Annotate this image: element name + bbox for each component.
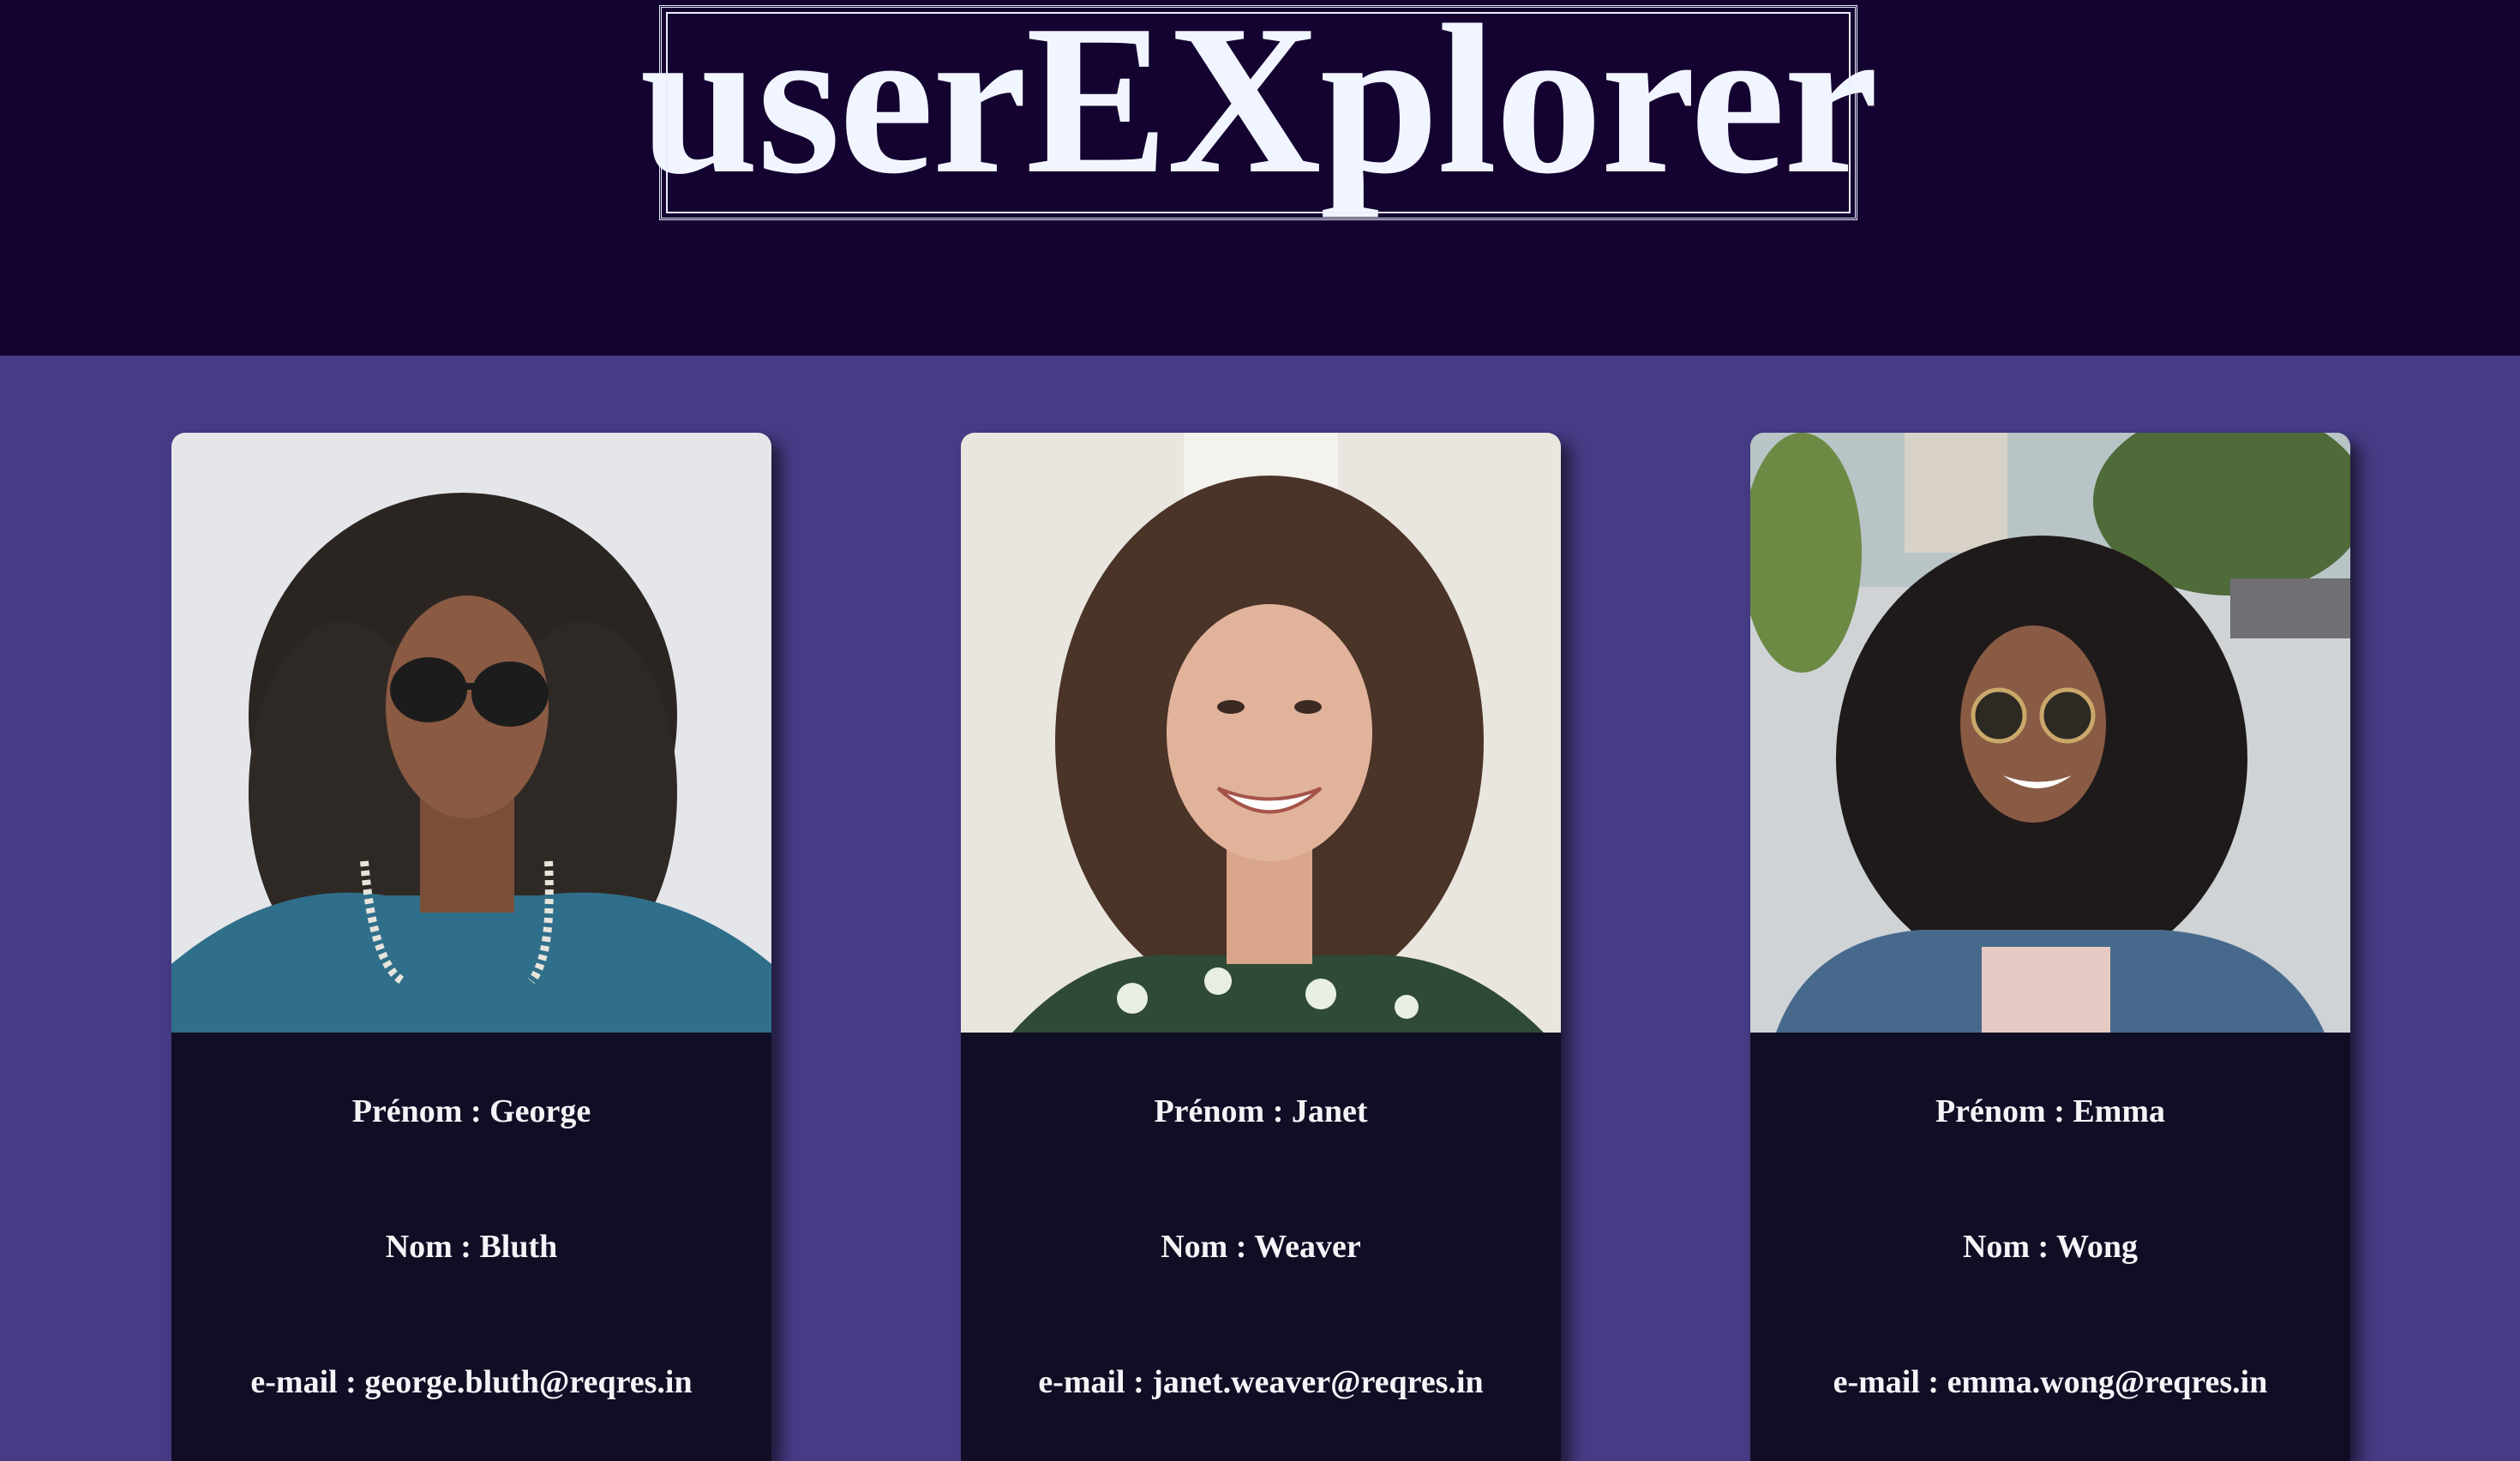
user-card[interactable]: Prénom : Janet Nom : Weaver e-mail : jan…	[961, 433, 1561, 1461]
email-text: e-mail : george.bluth@reqres.in	[250, 1364, 693, 1400]
email-text: e-mail : janet.weaver@reqres.in	[1038, 1364, 1484, 1400]
avatar-image	[961, 433, 1561, 1033]
avatar-image	[171, 433, 771, 1033]
avatar	[171, 433, 771, 1033]
avatar	[961, 433, 1561, 1033]
header: userEXplorer	[0, 0, 2520, 356]
user-card[interactable]: Prénom : George Nom : Bluth e-mail : geo…	[171, 433, 771, 1461]
avatar-image	[1750, 433, 2350, 1033]
last-name-text: Nom : Wong	[1962, 1229, 2139, 1265]
last-name-text: Nom : Weaver	[1161, 1229, 1361, 1265]
email-text: e-mail : emma.wong@reqres.in	[1833, 1364, 2268, 1400]
user-card-list: Prénom : George Nom : Bluth e-mail : geo…	[0, 356, 2520, 1461]
first-name-text: Prénom : Emma	[1935, 1093, 2166, 1129]
user-card[interactable]: Prénom : Emma Nom : Wong e-mail : emma.w…	[1750, 433, 2350, 1461]
first-name-text: Prénom : George	[351, 1093, 591, 1129]
first-name-text: Prénom : Janet	[1154, 1093, 1368, 1129]
last-name-text: Nom : Bluth	[385, 1229, 558, 1265]
app-title: userEXplorer	[639, 0, 1878, 219]
avatar	[1750, 433, 2350, 1033]
title-frame: userEXplorer	[639, 0, 1879, 220]
